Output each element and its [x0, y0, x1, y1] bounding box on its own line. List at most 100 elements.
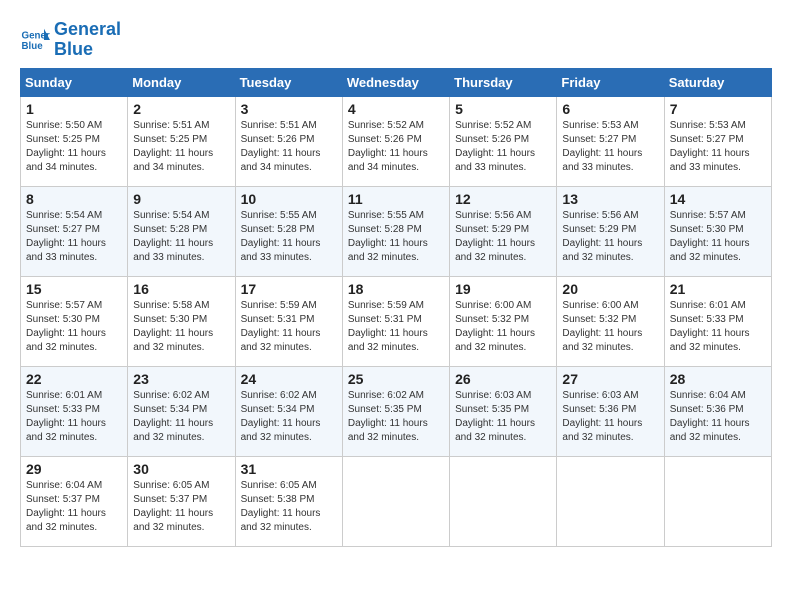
- calendar-cell: 7 Sunrise: 5:53 AMSunset: 5:27 PMDayligh…: [664, 96, 771, 186]
- calendar-cell: 27 Sunrise: 6:03 AMSunset: 5:36 PMDaylig…: [557, 366, 664, 456]
- day-number: 29: [26, 461, 122, 477]
- calendar-week-3: 15 Sunrise: 5:57 AMSunset: 5:30 PMDaylig…: [21, 276, 772, 366]
- calendar-cell: 21 Sunrise: 6:01 AMSunset: 5:33 PMDaylig…: [664, 276, 771, 366]
- day-info: Sunrise: 6:02 AMSunset: 5:34 PMDaylight:…: [133, 390, 213, 443]
- day-number: 4: [348, 101, 444, 117]
- logo-text: GeneralBlue: [54, 20, 121, 60]
- calendar-cell: 17 Sunrise: 5:59 AMSunset: 5:31 PMDaylig…: [235, 276, 342, 366]
- day-number: 17: [241, 281, 337, 297]
- calendar-cell: 13 Sunrise: 5:56 AMSunset: 5:29 PMDaylig…: [557, 186, 664, 276]
- day-number: 19: [455, 281, 551, 297]
- day-number: 31: [241, 461, 337, 477]
- day-number: 2: [133, 101, 229, 117]
- calendar-cell: 8 Sunrise: 5:54 AMSunset: 5:27 PMDayligh…: [21, 186, 128, 276]
- calendar-cell: 15 Sunrise: 5:57 AMSunset: 5:30 PMDaylig…: [21, 276, 128, 366]
- calendar-cell: 25 Sunrise: 6:02 AMSunset: 5:35 PMDaylig…: [342, 366, 449, 456]
- day-info: Sunrise: 5:51 AMSunset: 5:25 PMDaylight:…: [133, 120, 213, 173]
- day-info: Sunrise: 5:54 AMSunset: 5:27 PMDaylight:…: [26, 210, 106, 263]
- calendar-cell: 2 Sunrise: 5:51 AMSunset: 5:25 PMDayligh…: [128, 96, 235, 186]
- day-info: Sunrise: 6:03 AMSunset: 5:36 PMDaylight:…: [562, 390, 642, 443]
- day-number: 9: [133, 191, 229, 207]
- calendar-cell: 19 Sunrise: 6:00 AMSunset: 5:32 PMDaylig…: [450, 276, 557, 366]
- day-info: Sunrise: 5:52 AMSunset: 5:26 PMDaylight:…: [455, 120, 535, 173]
- day-header-friday: Friday: [557, 68, 664, 96]
- day-info: Sunrise: 6:00 AMSunset: 5:32 PMDaylight:…: [562, 300, 642, 353]
- day-number: 12: [455, 191, 551, 207]
- day-number: 15: [26, 281, 122, 297]
- day-info: Sunrise: 5:55 AMSunset: 5:28 PMDaylight:…: [348, 210, 428, 263]
- calendar-cell: 29 Sunrise: 6:04 AMSunset: 5:37 PMDaylig…: [21, 456, 128, 546]
- day-number: 18: [348, 281, 444, 297]
- day-number: 1: [26, 101, 122, 117]
- day-info: Sunrise: 5:58 AMSunset: 5:30 PMDaylight:…: [133, 300, 213, 353]
- calendar-cell: [557, 456, 664, 546]
- calendar-cell: 20 Sunrise: 6:00 AMSunset: 5:32 PMDaylig…: [557, 276, 664, 366]
- calendar-cell: 11 Sunrise: 5:55 AMSunset: 5:28 PMDaylig…: [342, 186, 449, 276]
- calendar-cell: [342, 456, 449, 546]
- calendar-week-1: 1 Sunrise: 5:50 AMSunset: 5:25 PMDayligh…: [21, 96, 772, 186]
- calendar-cell: [664, 456, 771, 546]
- day-number: 13: [562, 191, 658, 207]
- day-info: Sunrise: 6:00 AMSunset: 5:32 PMDaylight:…: [455, 300, 535, 353]
- header: General Blue GeneralBlue: [20, 20, 772, 60]
- day-info: Sunrise: 6:01 AMSunset: 5:33 PMDaylight:…: [670, 300, 750, 353]
- day-info: Sunrise: 6:05 AMSunset: 5:37 PMDaylight:…: [133, 480, 213, 533]
- day-info: Sunrise: 5:53 AMSunset: 5:27 PMDaylight:…: [670, 120, 750, 173]
- calendar-week-4: 22 Sunrise: 6:01 AMSunset: 5:33 PMDaylig…: [21, 366, 772, 456]
- day-info: Sunrise: 6:03 AMSunset: 5:35 PMDaylight:…: [455, 390, 535, 443]
- day-info: Sunrise: 5:56 AMSunset: 5:29 PMDaylight:…: [455, 210, 535, 263]
- day-info: Sunrise: 5:59 AMSunset: 5:31 PMDaylight:…: [241, 300, 321, 353]
- day-info: Sunrise: 6:02 AMSunset: 5:35 PMDaylight:…: [348, 390, 428, 443]
- day-number: 30: [133, 461, 229, 477]
- day-number: 22: [26, 371, 122, 387]
- calendar-cell: 3 Sunrise: 5:51 AMSunset: 5:26 PMDayligh…: [235, 96, 342, 186]
- day-header-thursday: Thursday: [450, 68, 557, 96]
- day-number: 6: [562, 101, 658, 117]
- day-number: 20: [562, 281, 658, 297]
- calendar-cell: 12 Sunrise: 5:56 AMSunset: 5:29 PMDaylig…: [450, 186, 557, 276]
- calendar-cell: 30 Sunrise: 6:05 AMSunset: 5:37 PMDaylig…: [128, 456, 235, 546]
- day-info: Sunrise: 5:53 AMSunset: 5:27 PMDaylight:…: [562, 120, 642, 173]
- day-info: Sunrise: 6:02 AMSunset: 5:34 PMDaylight:…: [241, 390, 321, 443]
- day-info: Sunrise: 5:57 AMSunset: 5:30 PMDaylight:…: [670, 210, 750, 263]
- logo: General Blue GeneralBlue: [20, 20, 121, 60]
- day-number: 10: [241, 191, 337, 207]
- day-header-sunday: Sunday: [21, 68, 128, 96]
- day-info: Sunrise: 5:54 AMSunset: 5:28 PMDaylight:…: [133, 210, 213, 263]
- calendar-cell: 5 Sunrise: 5:52 AMSunset: 5:26 PMDayligh…: [450, 96, 557, 186]
- calendar-week-5: 29 Sunrise: 6:04 AMSunset: 5:37 PMDaylig…: [21, 456, 772, 546]
- day-info: Sunrise: 5:55 AMSunset: 5:28 PMDaylight:…: [241, 210, 321, 263]
- calendar-cell: 24 Sunrise: 6:02 AMSunset: 5:34 PMDaylig…: [235, 366, 342, 456]
- day-number: 5: [455, 101, 551, 117]
- header-row: SundayMondayTuesdayWednesdayThursdayFrid…: [21, 68, 772, 96]
- day-number: 23: [133, 371, 229, 387]
- day-number: 8: [26, 191, 122, 207]
- day-info: Sunrise: 6:05 AMSunset: 5:38 PMDaylight:…: [241, 480, 321, 533]
- svg-text:Blue: Blue: [22, 41, 44, 52]
- calendar-cell: 9 Sunrise: 5:54 AMSunset: 5:28 PMDayligh…: [128, 186, 235, 276]
- day-number: 28: [670, 371, 766, 387]
- calendar-table: SundayMondayTuesdayWednesdayThursdayFrid…: [20, 68, 772, 547]
- calendar-cell: 22 Sunrise: 6:01 AMSunset: 5:33 PMDaylig…: [21, 366, 128, 456]
- day-number: 21: [670, 281, 766, 297]
- calendar-cell: 28 Sunrise: 6:04 AMSunset: 5:36 PMDaylig…: [664, 366, 771, 456]
- day-number: 26: [455, 371, 551, 387]
- day-number: 11: [348, 191, 444, 207]
- day-header-wednesday: Wednesday: [342, 68, 449, 96]
- day-header-tuesday: Tuesday: [235, 68, 342, 96]
- logo-icon: General Blue: [20, 25, 50, 55]
- day-number: 3: [241, 101, 337, 117]
- calendar-cell: 16 Sunrise: 5:58 AMSunset: 5:30 PMDaylig…: [128, 276, 235, 366]
- calendar-cell: [450, 456, 557, 546]
- calendar-week-2: 8 Sunrise: 5:54 AMSunset: 5:27 PMDayligh…: [21, 186, 772, 276]
- calendar-cell: 14 Sunrise: 5:57 AMSunset: 5:30 PMDaylig…: [664, 186, 771, 276]
- calendar-cell: 18 Sunrise: 5:59 AMSunset: 5:31 PMDaylig…: [342, 276, 449, 366]
- calendar-cell: 6 Sunrise: 5:53 AMSunset: 5:27 PMDayligh…: [557, 96, 664, 186]
- calendar-cell: 26 Sunrise: 6:03 AMSunset: 5:35 PMDaylig…: [450, 366, 557, 456]
- day-number: 27: [562, 371, 658, 387]
- calendar-cell: 10 Sunrise: 5:55 AMSunset: 5:28 PMDaylig…: [235, 186, 342, 276]
- day-info: Sunrise: 5:51 AMSunset: 5:26 PMDaylight:…: [241, 120, 321, 173]
- day-header-monday: Monday: [128, 68, 235, 96]
- day-number: 25: [348, 371, 444, 387]
- day-info: Sunrise: 6:04 AMSunset: 5:37 PMDaylight:…: [26, 480, 106, 533]
